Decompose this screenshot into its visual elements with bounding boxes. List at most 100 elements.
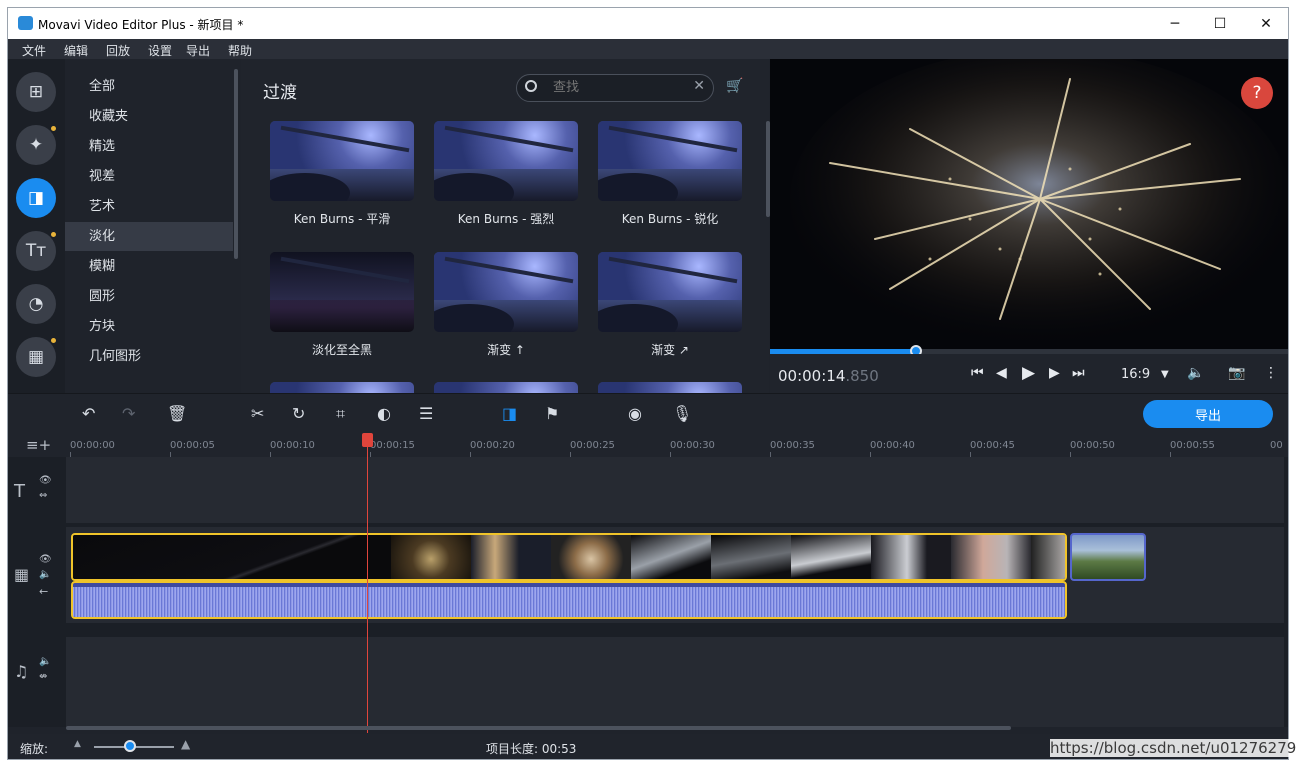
- category-favorites[interactable]: 收藏夹: [65, 102, 233, 131]
- help-icon[interactable]: ?: [1241, 77, 1273, 109]
- crop-icon[interactable]: ⌗: [336, 404, 345, 424]
- volume-icon[interactable]: 🔈: [39, 569, 51, 580]
- transition-thumbnail[interactable]: [434, 252, 578, 332]
- rotate-icon[interactable]: ↻: [292, 404, 305, 423]
- undo-icon[interactable]: ↶: [82, 404, 95, 423]
- transition-label: Ken Burns - 平滑: [293, 212, 391, 226]
- panel-title: 过渡: [263, 83, 297, 103]
- video-preview[interactable]: ?: [770, 59, 1288, 349]
- transition-label: 渐变 ↗: [651, 343, 689, 357]
- category-blur[interactable]: 模糊: [65, 252, 233, 281]
- menu-edit[interactable]: 编辑: [64, 42, 88, 59]
- close-button[interactable]: ✕: [1243, 8, 1288, 39]
- eye-icon[interactable]: 👁: [39, 475, 52, 486]
- zoom-in-icon[interactable]: ▲: [181, 737, 190, 751]
- microphone-icon[interactable]: 🎙: [672, 404, 692, 423]
- title-track[interactable]: [66, 457, 1284, 523]
- music-track[interactable]: [66, 637, 1284, 727]
- video-clip[interactable]: [71, 533, 1067, 581]
- chevron-down-icon[interactable]: ▼: [1161, 369, 1169, 380]
- timeline-scrollbar[interactable]: [66, 726, 1011, 730]
- marker-flag-icon[interactable]: ⚑: [545, 404, 559, 423]
- menu-file[interactable]: 文件: [22, 42, 46, 59]
- zoom-slider-knob[interactable]: [124, 740, 136, 752]
- delete-icon[interactable]: 🗑: [167, 404, 187, 423]
- category-block[interactable]: 方块: [65, 312, 233, 341]
- minimize-button[interactable]: ─: [1152, 8, 1198, 39]
- player-controls: 00:00:14.850 ⏮ ◀ ▶ ▶ ⏭ 16:9 ▼ 🔈 📷 ⋮: [770, 354, 1288, 393]
- skip-start-icon[interactable]: ⏮: [971, 365, 984, 381]
- transition-thumbnail[interactable]: [270, 121, 414, 201]
- category-circle[interactable]: 圆形: [65, 282, 233, 311]
- category-featured[interactable]: 精选: [65, 132, 233, 161]
- preview-frame: [770, 59, 1288, 349]
- back-arrow-icon[interactable]: ←: [39, 585, 48, 598]
- aspect-ratio-select[interactable]: 16:9: [1121, 367, 1150, 382]
- import-icon[interactable]: ⊞: [16, 72, 56, 112]
- maximize-button[interactable]: ☐: [1197, 8, 1243, 39]
- category-fade[interactable]: 淡化: [65, 222, 233, 251]
- transition-wizard-icon[interactable]: ◨: [502, 404, 517, 423]
- transitions-icon[interactable]: ◨: [16, 178, 56, 218]
- cut-icon[interactable]: ✂: [251, 404, 264, 423]
- timecode-main: 00:00:14: [778, 367, 846, 385]
- search-icon: [525, 80, 537, 92]
- magic-wand-icon[interactable]: ✦: [16, 125, 56, 165]
- more-menu-icon[interactable]: ⋮: [1264, 365, 1278, 381]
- transition-label: Ken Burns - 锐化: [621, 212, 719, 226]
- more-tools-icon[interactable]: ▦: [16, 337, 56, 377]
- transition-thumbnail[interactable]: [270, 252, 414, 332]
- transition-thumbnail[interactable]: [434, 121, 578, 201]
- zoom-label: 缩放:: [20, 742, 49, 756]
- webcam-icon[interactable]: ◉: [628, 404, 642, 423]
- play-icon[interactable]: ▶: [1022, 363, 1035, 383]
- next-frame-icon[interactable]: ▶: [1049, 365, 1060, 381]
- ruler-label: 00:00:55: [1170, 440, 1215, 451]
- category-all[interactable]: 全部: [65, 72, 233, 101]
- menu-settings[interactable]: 设置: [148, 42, 172, 59]
- search-box[interactable]: ✕: [516, 74, 714, 102]
- stickers-icon[interactable]: ◔: [16, 284, 56, 324]
- eye-icon[interactable]: 👁: [39, 554, 52, 565]
- ruler-label: 00:00:35: [770, 440, 815, 451]
- audio-waveform-clip[interactable]: [71, 581, 1067, 619]
- category-art[interactable]: 艺术: [65, 192, 233, 221]
- redo-icon[interactable]: ↷: [122, 404, 135, 423]
- transition-thumbnail[interactable]: [270, 382, 414, 393]
- ruler-label: 00:00:40: [870, 440, 915, 451]
- settings-sliders-icon[interactable]: ☰: [419, 404, 433, 423]
- menu-playback[interactable]: 回放: [106, 42, 130, 59]
- link-icon[interactable]: ⇔: [39, 490, 47, 501]
- cart-icon[interactable]: 🛒: [726, 78, 743, 94]
- ruler-label: 00:00:10: [270, 440, 315, 451]
- playhead-handle[interactable]: [362, 433, 373, 447]
- category-geometric[interactable]: 几何图形: [65, 342, 233, 371]
- add-track-icon[interactable]: ≡+: [26, 436, 51, 454]
- unlink-icon[interactable]: ⇎: [39, 671, 47, 682]
- transition-thumbnail[interactable]: [598, 252, 742, 332]
- camera-icon[interactable]: 📷: [1228, 365, 1245, 381]
- volume-icon[interactable]: 🔈: [39, 656, 51, 667]
- transition-label: 渐变 ↑: [487, 343, 525, 357]
- transition-thumbnail[interactable]: [598, 382, 742, 393]
- menu-help[interactable]: 帮助: [228, 42, 252, 59]
- search-input[interactable]: [553, 80, 683, 95]
- playhead-line[interactable]: [367, 435, 368, 733]
- timeline-ruler[interactable]: ≡+ 00:00:00 00:00:05 00:00:10 00:00:15 0…: [8, 433, 1288, 457]
- category-scrollbar[interactable]: [234, 69, 238, 259]
- export-button[interactable]: 导出: [1143, 400, 1273, 428]
- volume-icon[interactable]: 🔈: [1187, 365, 1204, 381]
- prev-frame-icon[interactable]: ◀: [996, 365, 1007, 381]
- skip-end-icon[interactable]: ⏭: [1072, 365, 1085, 381]
- transition-thumbnail[interactable]: [434, 382, 578, 393]
- clear-icon[interactable]: ✕: [693, 78, 705, 94]
- zoom-out-icon[interactable]: ▲: [74, 739, 81, 749]
- tool-sidebar: ⊞ ✦ ◨ Tт ◔ ▦: [8, 59, 65, 393]
- landscape-clip[interactable]: [1070, 533, 1146, 581]
- menu-export[interactable]: 导出: [186, 42, 210, 59]
- category-parallax[interactable]: 视差: [65, 162, 233, 191]
- color-adjust-icon[interactable]: ◐: [377, 404, 391, 423]
- titles-icon[interactable]: Tт: [16, 231, 56, 271]
- ruler-label: 00:00:05: [170, 440, 215, 451]
- transition-thumbnail[interactable]: [598, 121, 742, 201]
